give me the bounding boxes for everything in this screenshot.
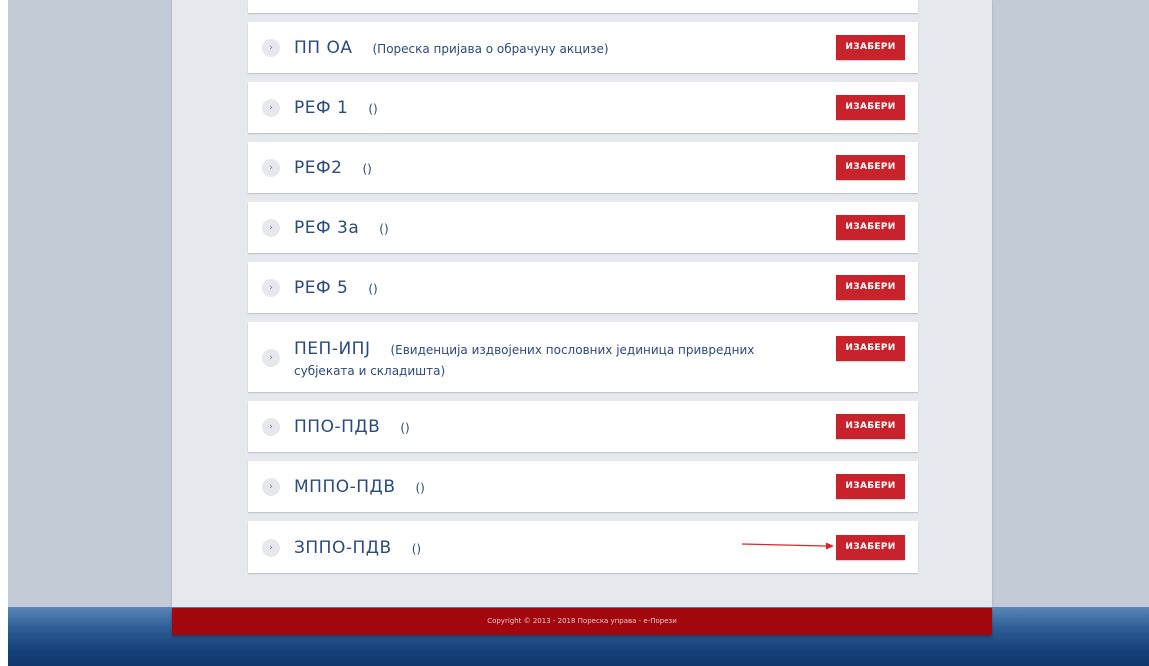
form-description: () bbox=[362, 162, 372, 176]
form-code: ПП ОА (Пореска пријава о обрачуну акцизе) bbox=[294, 38, 609, 58]
annotation-arrow-icon bbox=[742, 542, 834, 550]
chevron-right-icon[interactable]: › bbox=[262, 219, 280, 237]
form-code: РЕФ2() bbox=[294, 158, 372, 178]
select-button[interactable]: ИЗАБЕРИ bbox=[836, 414, 905, 439]
chevron-right-icon[interactable]: › bbox=[262, 99, 280, 117]
form-description: () bbox=[400, 421, 410, 435]
chevron-right-icon[interactable]: › bbox=[262, 539, 280, 557]
select-button[interactable]: ИЗАБЕРИ bbox=[836, 336, 905, 361]
select-button[interactable]: ИЗАБЕРИ bbox=[836, 35, 905, 60]
form-item: › МППО-ПДВ() ИЗАБЕРИ bbox=[248, 461, 918, 512]
form-code: РЕФ 3а() bbox=[294, 218, 389, 238]
form-item: › ППО-ПДВ() ИЗАБЕРИ bbox=[248, 401, 918, 452]
form-description: () bbox=[368, 282, 378, 296]
form-item: › РЕФ 3а() ИЗАБЕРИ bbox=[248, 202, 918, 253]
chevron-right-icon[interactable]: › bbox=[262, 279, 280, 297]
select-button[interactable]: ИЗАБЕРИ bbox=[836, 155, 905, 180]
select-button[interactable]: ИЗАБЕРИ bbox=[836, 535, 905, 560]
select-button[interactable]: ИЗАБЕРИ bbox=[836, 275, 905, 300]
chevron-right-icon[interactable]: › bbox=[262, 478, 280, 496]
chevron-right-icon[interactable]: › bbox=[262, 418, 280, 436]
form-code: ЗППО-ПДВ() bbox=[294, 538, 422, 558]
form-item: › ПЕП-ИПЈ (Евиденција издвојених пословни… bbox=[248, 322, 918, 392]
select-button[interactable]: ИЗАБЕРИ bbox=[836, 95, 905, 120]
form-description: (Пореска пријава о обрачуну акцизе) bbox=[372, 42, 609, 56]
form-item: › РЕФ 1() ИЗАБЕРИ bbox=[248, 82, 918, 133]
form-item: › РЕФ2() ИЗАБЕРИ bbox=[248, 142, 918, 193]
chevron-right-icon[interactable]: › bbox=[262, 159, 280, 177]
chevron-right-icon[interactable]: › bbox=[262, 349, 280, 367]
form-code: ПЕП-ИПЈ (Евиденција издвојених пословних … bbox=[294, 339, 755, 378]
form-item: › РЕФ 5() ИЗАБЕРИ bbox=[248, 262, 918, 313]
form-description: () bbox=[411, 542, 422, 556]
form-code: ППО-ПДВ() bbox=[294, 417, 410, 437]
form-item: › ПП ОА (Пореска пријава о обрачуну акциз… bbox=[248, 22, 918, 73]
chevron-right-icon[interactable]: › bbox=[262, 39, 280, 57]
form-code: МППО-ПДВ() bbox=[294, 477, 425, 497]
left-edge bbox=[0, 0, 8, 666]
select-button[interactable]: ИЗАБЕРИ bbox=[836, 215, 905, 240]
form-description: () bbox=[379, 222, 389, 236]
footer-copyright: Copyright © 2013 - 2018 Пореска управа -… bbox=[172, 608, 992, 635]
form-code: РЕФ 1() bbox=[294, 98, 378, 118]
list-item-partial bbox=[248, 0, 918, 13]
form-code: РЕФ 5() bbox=[294, 278, 378, 298]
form-description: () bbox=[368, 102, 378, 116]
form-description: () bbox=[415, 481, 425, 495]
select-button[interactable]: ИЗАБЕРИ bbox=[836, 474, 905, 499]
